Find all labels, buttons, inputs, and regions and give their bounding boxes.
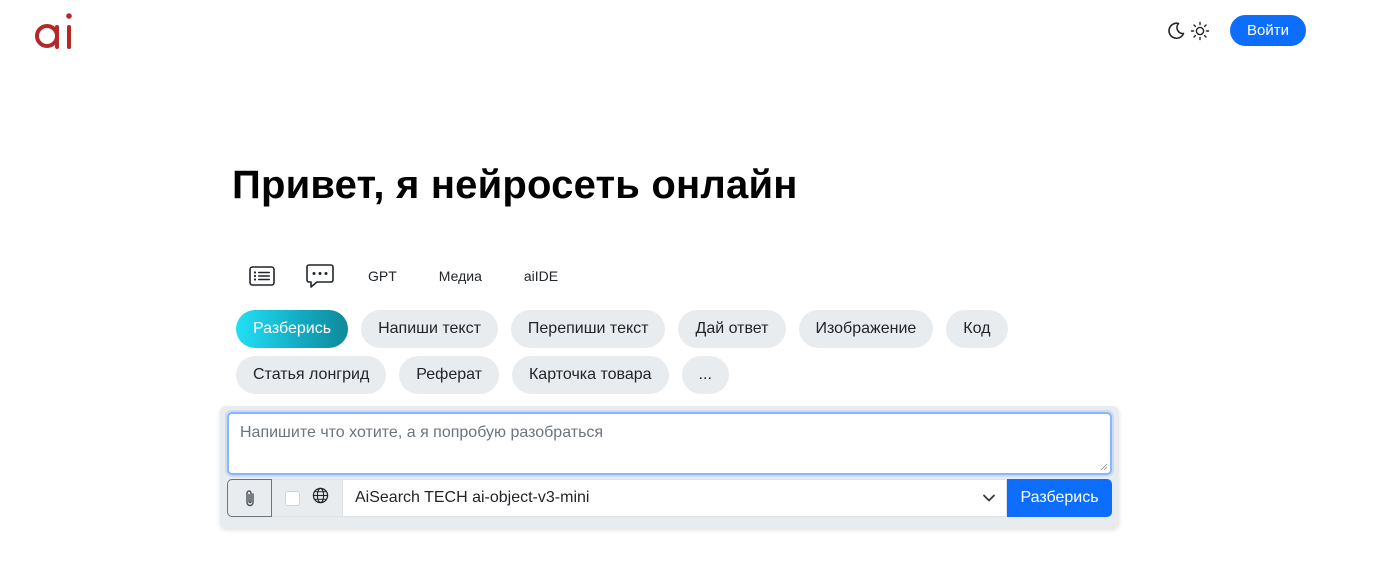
header-actions: Войти — [1165, 15, 1306, 46]
chip-razberis[interactable]: Разберись — [236, 310, 349, 348]
chip-write-text[interactable]: Напиши текст — [361, 310, 498, 348]
tab-list[interactable] — [246, 261, 278, 291]
composer-controls: AiSearch TECH ai-object-v3-mini Разберис… — [227, 479, 1112, 517]
chevron-down-icon — [983, 494, 995, 502]
chip-essay[interactable]: Реферат — [399, 356, 499, 394]
page-title: Привет, я нейросеть онлайн — [232, 163, 798, 207]
chip-row: Разберись Напиши текст Перепиши текст Да… — [236, 310, 1036, 348]
logo[interactable] — [34, 12, 76, 50]
tab-gpt[interactable]: GPT — [368, 268, 397, 284]
login-button[interactable]: Войти — [1230, 15, 1306, 46]
chip-product-card[interactable]: Карточка товара — [511, 356, 669, 394]
chip-code[interactable]: Код — [946, 310, 1008, 348]
chip-row: Статья лонгрид Реферат Карточка товара .… — [236, 356, 1036, 394]
logo-mark — [35, 13, 72, 49]
submit-button[interactable]: Разберись — [1007, 479, 1112, 517]
paperclip-icon — [245, 490, 254, 507]
model-select[interactable]: AiSearch TECH ai-object-v3-mini — [342, 479, 1007, 517]
tab-media[interactable]: Медиа — [439, 268, 482, 284]
tab-aiide[interactable]: aiIDE — [524, 268, 558, 284]
moon-icon[interactable] — [1165, 20, 1187, 42]
globe-icon — [312, 487, 329, 509]
resize-grip-icon[interactable] — [1100, 463, 1108, 471]
attach-button[interactable] — [227, 479, 272, 517]
chip-rewrite-text[interactable]: Перепиши текст — [510, 310, 666, 348]
tab-chat[interactable] — [304, 261, 336, 291]
chip-longread[interactable]: Статья лонгрид — [236, 356, 387, 394]
model-select-value: AiSearch TECH ai-object-v3-mini — [355, 489, 590, 506]
chip-image[interactable]: Изображение — [798, 310, 934, 348]
sun-icon[interactable] — [1189, 20, 1211, 42]
theme-switcher — [1165, 20, 1211, 42]
chat-dots-icon — [306, 264, 334, 288]
composer: AiSearch TECH ai-object-v3-mini Разберис… — [220, 406, 1119, 528]
list-icon — [249, 266, 275, 286]
prompt-chips: Разберись Напиши текст Перепиши текст Да… — [236, 310, 1036, 402]
chip-more[interactable]: ... — [681, 356, 729, 394]
mode-tabs: GPT Медиа aiIDE — [246, 261, 558, 291]
prompt-input[interactable] — [229, 414, 1110, 473]
web-search-checkbox[interactable] — [285, 490, 300, 506]
options-group — [272, 479, 342, 517]
prompt-field-wrapper — [227, 412, 1112, 475]
chip-give-answer[interactable]: Дай ответ — [678, 310, 786, 348]
